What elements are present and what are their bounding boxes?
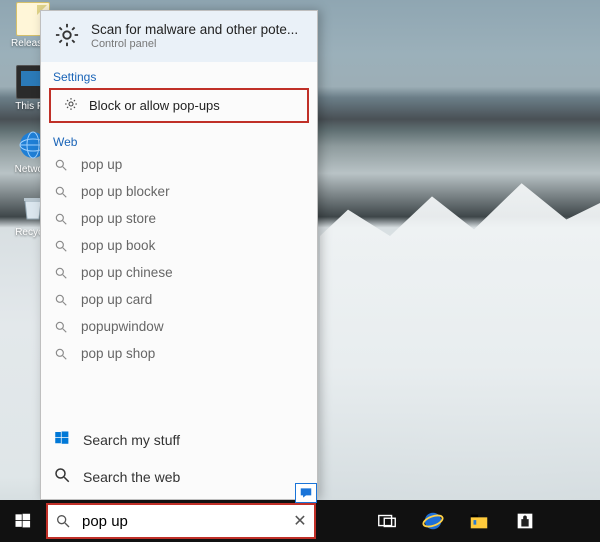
- web-suggestion[interactable]: popupwindow: [41, 313, 317, 340]
- search-icon: [53, 158, 69, 172]
- task-view-icon: [376, 510, 398, 532]
- taskbar-app-store[interactable]: [502, 500, 548, 542]
- settings-result-block-popups[interactable]: Block or allow pop-ups: [49, 88, 309, 123]
- search-icon: [53, 266, 69, 280]
- search-icon: [53, 293, 69, 307]
- gear-icon: [53, 21, 81, 52]
- best-match-result[interactable]: Scan for malware and other pote... Contr…: [41, 11, 317, 62]
- web-suggestion[interactable]: pop up chinese: [41, 259, 317, 286]
- best-match-text: Scan for malware and other pote... Contr…: [91, 22, 298, 51]
- web-suggestion[interactable]: pop up book: [41, 232, 317, 259]
- windows-logo-icon: [13, 511, 33, 531]
- search-icon: [53, 239, 69, 253]
- web-suggestion-label: pop up store: [81, 211, 156, 226]
- web-suggestion-label: pop up: [81, 157, 122, 172]
- windows-logo-icon: [53, 429, 71, 450]
- web-suggestion-label: pop up blocker: [81, 184, 170, 199]
- gear-icon: [63, 96, 79, 115]
- footer-label: Search my stuff: [83, 432, 180, 448]
- web-suggestion-label: pop up book: [81, 238, 155, 253]
- web-suggestion-label: pop up card: [81, 292, 152, 307]
- file-explorer-icon: [468, 510, 490, 532]
- taskbar-search-box[interactable]: ✕: [46, 503, 316, 539]
- web-suggestion-label: popupwindow: [81, 319, 164, 334]
- search-icon: [48, 513, 78, 529]
- search-input[interactable]: [78, 513, 286, 530]
- search-the-web[interactable]: Search the web: [41, 458, 317, 495]
- settings-result-label: Block or allow pop-ups: [89, 98, 220, 113]
- store-icon: [514, 510, 536, 532]
- best-match-title: Scan for malware and other pote...: [91, 22, 298, 38]
- section-label-web: Web: [41, 127, 317, 151]
- search-icon: [53, 320, 69, 334]
- panel-footer: Search my stuff Search the web: [41, 421, 317, 499]
- taskbar-app-ie[interactable]: [410, 500, 456, 542]
- footer-label: Search the web: [83, 469, 180, 485]
- feedback-button[interactable]: [295, 483, 317, 503]
- section-label-settings: Settings: [41, 62, 317, 86]
- search-icon: [53, 347, 69, 361]
- search-icon: [53, 185, 69, 199]
- search-my-stuff[interactable]: Search my stuff: [41, 421, 317, 458]
- internet-explorer-icon: [422, 510, 444, 532]
- web-suggestion[interactable]: pop up blocker: [41, 178, 317, 205]
- task-view-button[interactable]: [364, 500, 410, 542]
- web-suggestion-label: pop up shop: [81, 346, 155, 361]
- taskbar-app-explorer[interactable]: [456, 500, 502, 542]
- web-suggestion[interactable]: pop up: [41, 151, 317, 178]
- taskbar: ✕: [0, 500, 600, 542]
- search-icon: [53, 466, 71, 487]
- web-suggestion[interactable]: pop up card: [41, 286, 317, 313]
- clear-search-button[interactable]: ✕: [286, 511, 314, 531]
- web-suggestions-list: pop up pop up blocker pop up store pop u…: [41, 151, 317, 421]
- search-results-panel: Scan for malware and other pote... Contr…: [40, 10, 318, 500]
- speech-bubble-icon: [299, 486, 313, 500]
- taskbar-spacer: [316, 500, 364, 542]
- best-match-subtitle: Control panel: [91, 38, 298, 51]
- web-suggestion-label: pop up chinese: [81, 265, 173, 280]
- start-button[interactable]: [0, 500, 46, 542]
- web-suggestion[interactable]: pop up shop: [41, 340, 317, 367]
- wallpaper-foreground: [320, 170, 600, 500]
- web-suggestion[interactable]: pop up store: [41, 205, 317, 232]
- search-icon: [53, 212, 69, 226]
